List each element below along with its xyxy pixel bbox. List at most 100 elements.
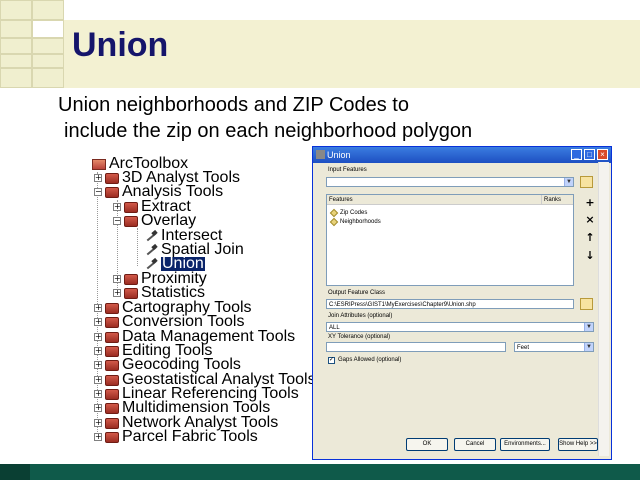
dialog-title: Union <box>327 150 351 160</box>
toolbox-icon <box>105 316 119 328</box>
list-item[interactable]: Neighborhoods <box>329 217 381 227</box>
folder-open-icon[interactable] <box>580 176 593 188</box>
toolbox-icon <box>105 302 119 314</box>
expand-icon[interactable]: + <box>94 390 102 398</box>
cancel-button[interactable]: Cancel <box>454 438 496 451</box>
gaps-allowed-label: Gaps Allowed (optional) <box>338 357 402 363</box>
feature-name: Neighborhoods <box>340 219 381 225</box>
minimize-icon[interactable]: _ <box>571 149 582 160</box>
collapse-icon[interactable]: − <box>94 188 102 196</box>
slide-subtitle: Union neighborhoods and ZIP Codes to inc… <box>58 92 638 144</box>
tree-guide-line <box>137 228 138 266</box>
close-icon[interactable]: × <box>597 149 608 160</box>
input-features-dropdown[interactable]: ▼ <box>326 177 574 187</box>
dialog-titlebar[interactable]: Union _ □ × <box>313 147 611 163</box>
features-column-header: Features <box>327 195 541 205</box>
folder-open-icon[interactable] <box>580 298 593 310</box>
expand-icon[interactable]: + <box>94 333 102 341</box>
tree-item-parcel-fabric[interactable]: + Parcel Fabric Tools <box>94 428 258 445</box>
hammer-icon <box>144 258 158 270</box>
output-feature-class-field[interactable]: C:\ESRIPress\GIST1\MyExercises\Chapter9\… <box>326 299 574 309</box>
show-help-button[interactable]: Show Help >> <box>558 438 598 451</box>
toolbox-icon <box>105 359 119 371</box>
tree-label-selected: Union <box>161 255 205 272</box>
hammer-icon <box>144 244 158 256</box>
polygon-layer-icon <box>329 208 339 218</box>
toolbox-icon <box>105 431 119 443</box>
join-attributes-value: ALL <box>329 325 340 331</box>
expand-icon[interactable]: + <box>94 404 102 412</box>
toolset-icon <box>124 273 138 285</box>
tree-label: Conversion Tools <box>122 313 245 330</box>
tree-label: Geocoding Tools <box>122 356 241 373</box>
tree-item-geocoding[interactable]: + Geocoding Tools <box>94 356 241 373</box>
toolset-icon <box>124 215 138 227</box>
xy-tolerance-unit-select[interactable]: Feet ▼ <box>514 342 594 352</box>
subtitle-line-2: include the zip on each neighborhood pol… <box>64 120 473 142</box>
list-item[interactable]: Zip Codes <box>329 208 368 218</box>
tree-item-multidimension[interactable]: + Multidimension Tools <box>94 399 271 416</box>
toolbox-icon <box>105 345 119 357</box>
expand-icon[interactable]: + <box>94 347 102 355</box>
tree-label: Multidimension Tools <box>122 399 271 416</box>
collapse-icon[interactable]: − <box>113 217 121 225</box>
join-attributes-select[interactable]: ALL ▼ <box>326 322 594 332</box>
toolset-icon <box>124 287 138 299</box>
toolbox-icon <box>105 402 119 414</box>
toolbox-icon <box>92 158 106 170</box>
toolbox-icon <box>105 388 119 400</box>
toolbox-icon <box>105 172 119 184</box>
features-listbox[interactable]: Features Ranks Zip Codes Neighborhoods <box>326 194 574 286</box>
chevron-down-icon: ▼ <box>564 178 573 186</box>
tree-item-union[interactable]: Union <box>144 255 205 272</box>
xy-tolerance-input[interactable] <box>326 342 506 352</box>
environments-button[interactable]: Environments... <box>500 438 550 451</box>
toolset-icon <box>124 201 138 213</box>
move-down-button[interactable]: ↓ <box>583 249 597 263</box>
toolbox-icon <box>105 417 119 429</box>
expand-icon[interactable]: + <box>113 289 121 297</box>
dialog-scrollbar[interactable] <box>598 162 609 456</box>
toolbox-icon <box>105 374 119 386</box>
expand-icon[interactable]: + <box>94 361 102 369</box>
tree-label: Statistics <box>141 284 206 301</box>
hammer-icon <box>144 230 158 242</box>
slide-title: Union <box>72 26 169 64</box>
expand-icon[interactable]: + <box>113 203 121 211</box>
ranks-column-header: Ranks <box>541 195 573 205</box>
tree-item-statistics[interactable]: + Statistics <box>113 284 206 301</box>
expand-icon[interactable]: + <box>94 318 102 326</box>
expand-icon[interactable]: + <box>94 174 102 182</box>
tree-item-conversion[interactable]: + Conversion Tools <box>94 313 245 330</box>
footer-bar <box>0 464 640 480</box>
expand-icon[interactable]: + <box>94 433 102 441</box>
feature-name: Zip Codes <box>340 210 368 216</box>
expand-icon[interactable]: + <box>94 304 102 312</box>
tree-label: Analysis Tools <box>122 183 224 200</box>
expand-icon[interactable]: + <box>113 275 121 283</box>
expand-icon[interactable]: + <box>94 419 102 427</box>
corner-grid-decoration <box>0 0 64 90</box>
tree-item-analysis-tools[interactable]: − Analysis Tools <box>94 183 224 200</box>
add-row-button[interactable]: + <box>583 196 597 210</box>
tree-label: Overlay <box>141 212 197 229</box>
chevron-down-icon: ▼ <box>584 323 593 331</box>
gaps-allowed-checkbox[interactable]: ✓ <box>328 357 335 364</box>
toolbox-icon <box>105 331 119 343</box>
toolbox-icon <box>105 186 119 198</box>
subtitle-line-1: Union neighborhoods and ZIP Codes to <box>58 94 409 116</box>
xy-tolerance-label: XY Tolerance (optional) <box>328 334 391 340</box>
chevron-down-icon: ▼ <box>584 343 593 351</box>
ok-button[interactable]: OK <box>406 438 448 451</box>
xy-tolerance-unit: Feet <box>517 345 530 351</box>
input-features-label: Input Features <box>328 167 367 173</box>
tree-label: Parcel Fabric Tools <box>122 428 258 445</box>
tree-item-overlay[interactable]: − Overlay <box>113 212 197 229</box>
footer-accent <box>0 464 30 480</box>
output-label: Output Feature Class <box>328 290 386 296</box>
expand-icon[interactable]: + <box>94 376 102 384</box>
move-up-button[interactable]: ↑ <box>583 231 597 245</box>
remove-row-button[interactable]: × <box>583 213 597 227</box>
join-attributes-label: Join Attributes (optional) <box>328 313 393 319</box>
maximize-icon[interactable]: □ <box>584 149 595 160</box>
